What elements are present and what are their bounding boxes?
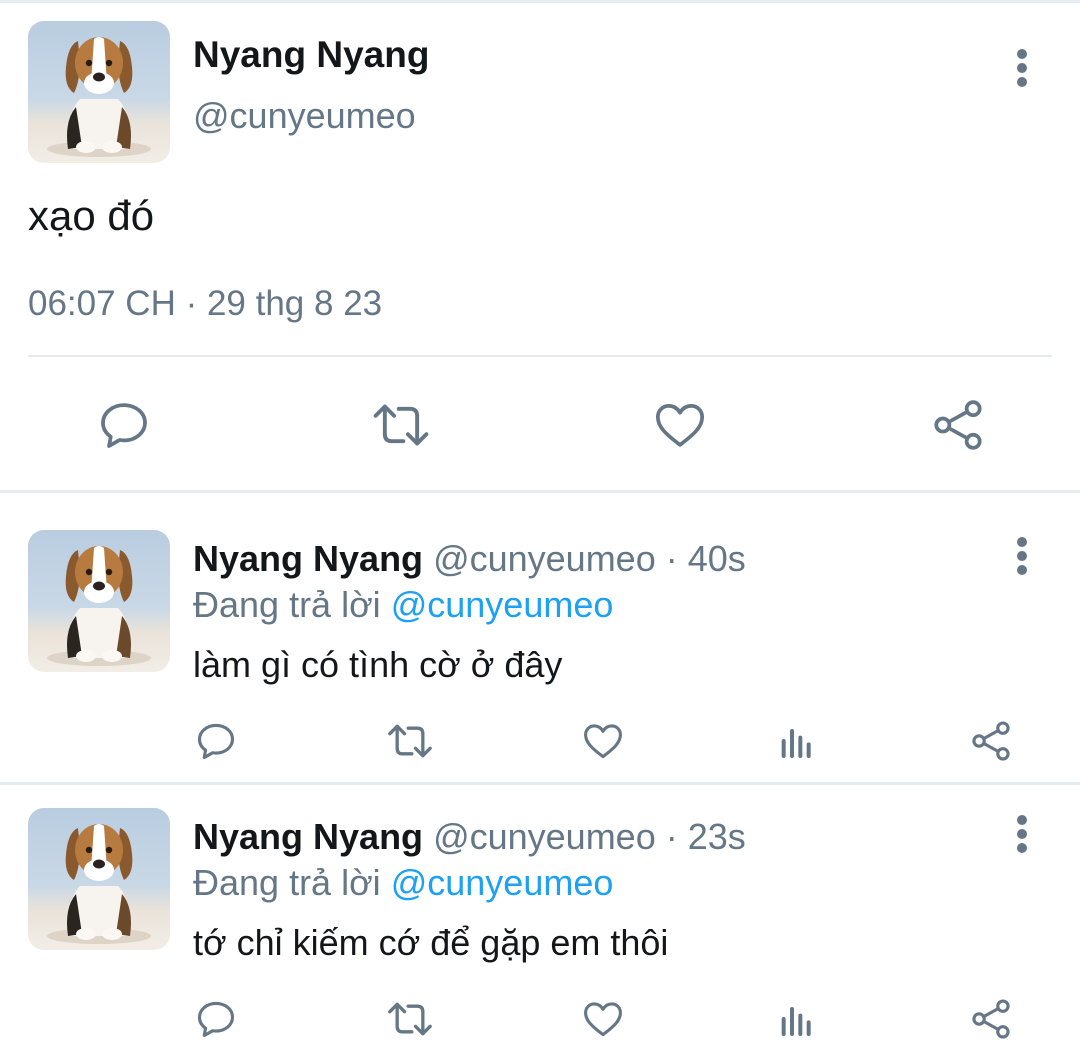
analytics-button[interactable] xyxy=(775,718,819,764)
reply-icon xyxy=(101,403,147,448)
reply-button[interactable] xyxy=(193,718,239,764)
share-button[interactable] xyxy=(928,395,988,455)
retweet-icon xyxy=(388,1002,432,1036)
divider xyxy=(28,355,1052,357)
tweet-timestamp[interactable]: 06:07 CH · 29 thg 8 23 xyxy=(28,284,382,324)
author-handle[interactable]: @cunyeumeo xyxy=(433,538,656,579)
more-options-icon[interactable] xyxy=(1012,536,1032,576)
reply-text: làm gì có tình cờ ở đây xyxy=(193,644,563,685)
author-name[interactable]: Nyang Nyang xyxy=(193,816,423,857)
retweet-icon xyxy=(373,404,429,446)
author-handle[interactable]: @cunyeumeo xyxy=(433,816,656,857)
replying-label: Đang trả lời xyxy=(193,862,381,903)
analytics-icon xyxy=(781,1007,811,1036)
reply-time: · 40s xyxy=(665,538,746,579)
author-name[interactable]: Nyang Nyang xyxy=(193,34,429,76)
replying-label: Đang trả lời xyxy=(193,584,381,625)
author-name[interactable]: Nyang Nyang xyxy=(193,538,423,579)
more-options-icon[interactable] xyxy=(1012,814,1032,854)
replying-to: Đang trả lời @cunyeumeo xyxy=(193,584,613,626)
share-button[interactable] xyxy=(968,718,1014,764)
reply-tweet[interactable]: Nyang Nyang @cunyeumeo · 40s Đang trả lờ… xyxy=(0,530,1080,780)
reply-time: · 23s xyxy=(665,816,746,857)
beagle-puppy-image xyxy=(47,546,151,666)
reply-text: tớ chỉ kiếm cớ để gặp em thôi xyxy=(193,922,669,963)
reply-tweet[interactable]: Nyang Nyang @cunyeumeo · 23s Đang trả lờ… xyxy=(0,808,1080,1061)
reply-button[interactable] xyxy=(94,395,154,455)
analytics-icon xyxy=(781,729,811,758)
reply-header: Nyang Nyang @cunyeumeo · 23s xyxy=(193,816,746,858)
mention-link[interactable]: @cunyeumeo xyxy=(391,584,614,625)
avatar[interactable] xyxy=(28,21,170,163)
reply-icon xyxy=(197,1001,235,1038)
author-handle[interactable]: @cunyeumeo xyxy=(193,95,416,137)
like-icon xyxy=(655,404,705,447)
share-icon xyxy=(972,999,1010,1039)
like-icon xyxy=(584,1002,622,1037)
section-divider xyxy=(0,782,1080,785)
reply-icon xyxy=(197,723,235,760)
retweet-icon xyxy=(388,724,432,758)
retweet-button[interactable] xyxy=(386,718,434,764)
avatar[interactable] xyxy=(28,808,170,950)
more-options-icon[interactable] xyxy=(1012,48,1032,88)
like-icon xyxy=(584,724,622,759)
replying-to: Đang trả lời @cunyeumeo xyxy=(193,862,613,904)
analytics-button[interactable] xyxy=(775,996,819,1042)
beagle-puppy-image xyxy=(47,37,151,157)
retweet-button[interactable] xyxy=(370,395,432,455)
mention-link[interactable]: @cunyeumeo xyxy=(391,862,614,903)
like-button[interactable] xyxy=(580,718,626,764)
like-button[interactable] xyxy=(580,996,626,1042)
reply-header: Nyang Nyang @cunyeumeo · 40s xyxy=(193,538,746,580)
beagle-puppy-image xyxy=(47,824,151,944)
like-button[interactable] xyxy=(650,395,710,455)
section-divider xyxy=(0,490,1080,493)
share-icon xyxy=(972,721,1010,761)
tweet-text: xạo đó xyxy=(28,192,155,239)
share-button[interactable] xyxy=(968,996,1014,1042)
share-icon xyxy=(934,400,982,450)
main-tweet: Nyang Nyang @cunyeumeo xạo đó 06:07 CH ·… xyxy=(0,0,1080,490)
avatar[interactable] xyxy=(28,530,170,672)
reply-button[interactable] xyxy=(193,996,239,1042)
retweet-button[interactable] xyxy=(386,996,434,1042)
